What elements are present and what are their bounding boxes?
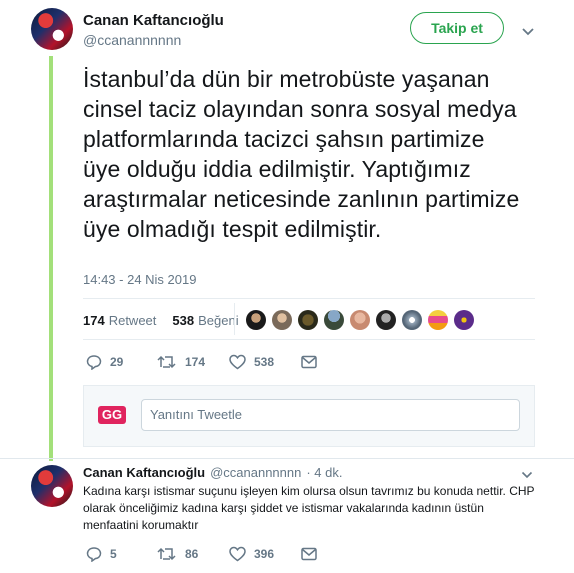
reply-author-name[interactable]: Canan Kaftancıoğlu [83,465,205,480]
like-count-label[interactable]: Beğeni [198,313,238,328]
reply-input[interactable]: Yanıtını Tweetle [141,399,520,431]
retweet-count[interactable]: 174 [83,313,105,328]
reply-time[interactable]: · 4 dk. [306,465,342,480]
retweet-action-count: 174 [185,355,206,369]
reply-icon [86,355,102,370]
tweet-timestamp[interactable]: 14:43 - 24 Nis 2019 [83,272,196,287]
author-avatar[interactable] [31,8,73,50]
liker-avatar[interactable] [350,310,370,330]
reply-action[interactable]: 29 [86,354,123,370]
chevron-down-icon[interactable] [521,24,535,36]
divider [83,298,535,299]
user-avatar-logo: GG [98,406,126,424]
chevron-down-icon[interactable] [521,467,533,479]
tweet-text: İstanbul’da dün bir metrobüste yaşanan c… [83,66,520,242]
liker-avatar[interactable] [454,310,474,330]
like-action-count: 538 [254,355,275,369]
reply-text: Kadına karşı istismar suçunu işleyen kim… [83,484,535,532]
reply-retweet-count: 86 [185,547,199,561]
like-action[interactable]: 538 [229,354,274,370]
divider [0,458,574,459]
reply-icon [86,547,102,562]
tweet-stats: 174 Retweet 538 Beğeni [83,313,239,328]
reply-author-handle[interactable]: @ccanannnnnn [210,465,301,480]
like-count[interactable]: 538 [172,313,194,328]
liker-avatar[interactable] [246,310,266,330]
dm-icon[interactable] [301,355,317,374]
retweet-icon [157,355,176,369]
retweet-action[interactable]: 174 [157,354,205,370]
reply-header: Canan Kaftancıoğlu @ccanannnnnn · 4 dk. [83,465,342,480]
author-name[interactable]: Canan Kaftancıoğlu [83,12,224,29]
liker-avatar[interactable] [402,310,422,330]
retweet-icon [157,547,176,561]
thread-line [49,56,53,461]
reply-like-action[interactable]: 396 [229,546,274,562]
retweet-count-label[interactable]: Retweet [109,313,157,328]
follow-button[interactable]: Takip et [410,12,504,44]
liker-avatar[interactable] [376,310,396,330]
dm-icon[interactable] [301,547,317,566]
reply-retweet-action[interactable]: 86 [157,546,198,562]
heart-icon [229,546,246,562]
heart-icon [229,354,246,370]
reply-reply-count: 5 [110,547,117,561]
reply-author-avatar[interactable] [31,465,73,507]
liker-avatar[interactable] [298,310,318,330]
liker-avatars [246,310,474,330]
author-handle[interactable]: @ccanannnnnn [83,32,181,48]
divider [83,339,535,340]
liker-avatar[interactable] [272,310,292,330]
stats-separator [234,303,235,335]
liker-avatar[interactable] [324,310,344,330]
reply-count: 29 [110,355,124,369]
liker-avatar[interactable] [428,310,448,330]
reply-reply-action[interactable]: 5 [86,546,117,562]
reply-like-count: 396 [254,547,275,561]
